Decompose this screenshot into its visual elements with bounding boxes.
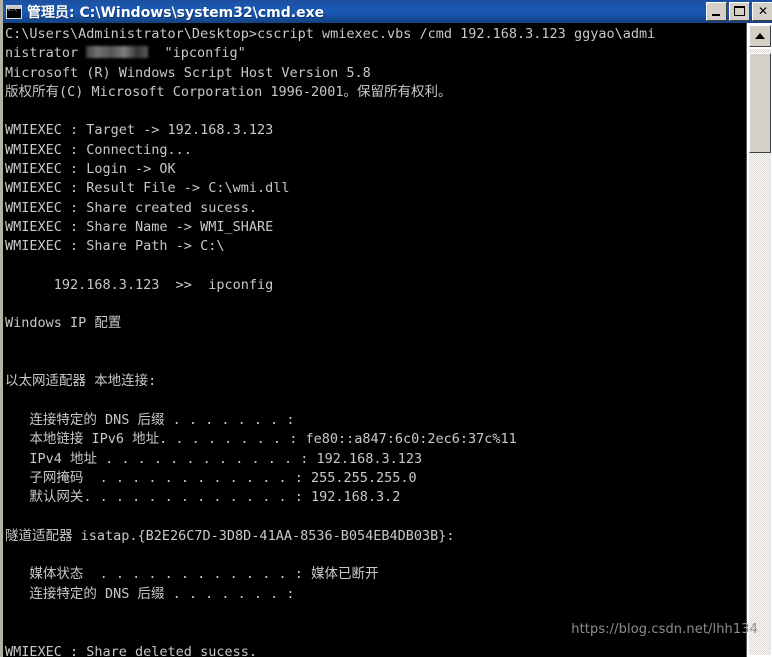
window-title: 管理员: C:\Windows\system32\cmd.exe	[27, 4, 325, 21]
console-line-ipconfig-header: Windows IP 配置	[5, 315, 122, 332]
console-line-wmiexec-target: WMIEXEC : Target -> 192.168.3.123	[5, 122, 274, 139]
scrollbar-thumb[interactable]	[749, 53, 771, 153]
console-line-blank-10	[5, 623, 749, 642]
console-line-blank-5	[5, 353, 749, 372]
console-line-wsh-copyright: 版权所有(C) Microsoft Corporation 1996-2001。…	[5, 83, 452, 100]
title-bar[interactable]: 管理员: C:\Windows\system32\cmd.exe	[3, 0, 772, 23]
console-line-wsh-version: Microsoft (R) Windows Script Host Versio…	[5, 64, 371, 81]
console-line-blank-6	[5, 392, 749, 411]
cmd-console-icon	[6, 4, 22, 19]
redacted-password-block	[86, 46, 149, 59]
console-line-cmd-invocation-part2: nistrator "ipconfig"	[5, 44, 749, 63]
close-button[interactable]	[752, 2, 772, 21]
console-line-blank-1	[5, 102, 749, 121]
console-line-blank-8	[5, 546, 749, 565]
minimize-button[interactable]	[706, 2, 727, 21]
console-line-blank-2	[5, 257, 749, 276]
console-line-wmiexec-share-deleted: WMIEXEC : Share deleted sucess.	[5, 643, 257, 657]
console-line-wmiexec-connecting: WMIEXEC : Connecting...	[5, 141, 192, 158]
console-line-wmiexec-result-file: WMIEXEC : Result File -> C:\wmi.dll	[5, 180, 290, 197]
vertical-scrollbar[interactable]	[746, 23, 772, 657]
console-line-remote-command-echo: 192.168.3.123 >> ipconfig	[5, 276, 274, 293]
console-line-blank-9	[5, 604, 749, 623]
console-line-cmd-invocation-part1: C:\Users\Administrator\Desktop>cscript w…	[5, 26, 656, 42]
console-output[interactable]: C:\Users\Administrator\Desktop>cscript w…	[3, 23, 749, 657]
console-line-eth-ipv6: 本地链接 IPv6 地址. . . . . . . . : fe80::a847…	[5, 431, 517, 448]
window-controls	[706, 2, 772, 21]
console-line-wmiexec-share-created: WMIEXEC : Share created sucess.	[5, 199, 257, 216]
console-line-wmiexec-share-name: WMIEXEC : Share Name -> WMI_SHARE	[5, 218, 274, 235]
maximize-button[interactable]	[729, 2, 750, 21]
console-line-isatap-dns-suffix: 连接特定的 DNS 后缀 . . . . . . . :	[5, 585, 295, 602]
console-line-eth-ipv4: IPv4 地址 . . . . . . . . . . . . : 192.16…	[5, 450, 423, 467]
scroll-up-arrow-icon[interactable]	[749, 25, 771, 47]
console-line-blank-7	[5, 507, 749, 526]
console-line-text-after: "ipconfig"	[148, 45, 246, 62]
console-line-adapter-ethernet-title: 以太网适配器 本地连接:	[5, 373, 157, 390]
console-line-blank-4	[5, 334, 749, 353]
console-line-eth-default-gateway: 默认网关. . . . . . . . . . . . . : 192.168.…	[5, 489, 401, 506]
console-line-wmiexec-login: WMIEXEC : Login -> OK	[5, 161, 176, 178]
console-line-eth-subnet-mask: 子网掩码 . . . . . . . . . . . . : 255.255.2…	[5, 469, 417, 486]
console-line-isatap-media-state: 媒体状态 . . . . . . . . . . . . : 媒体已断开	[5, 566, 379, 583]
console-line-text: nistrator	[5, 45, 87, 62]
console-line-wmiexec-share-path: WMIEXEC : Share Path -> C:\	[5, 238, 225, 255]
console-line-adapter-isatap-title: 隧道适配器 isatap.{B2E26C7D-3D8D-41AA-8536-B0…	[5, 527, 455, 544]
console-line-blank-3	[5, 295, 749, 314]
console-line-eth-dns-suffix: 连接特定的 DNS 后缀 . . . . . . . :	[5, 411, 295, 428]
cmd-window: 管理员: C:\Windows\system32\cmd.exe C:\User…	[0, 0, 772, 657]
